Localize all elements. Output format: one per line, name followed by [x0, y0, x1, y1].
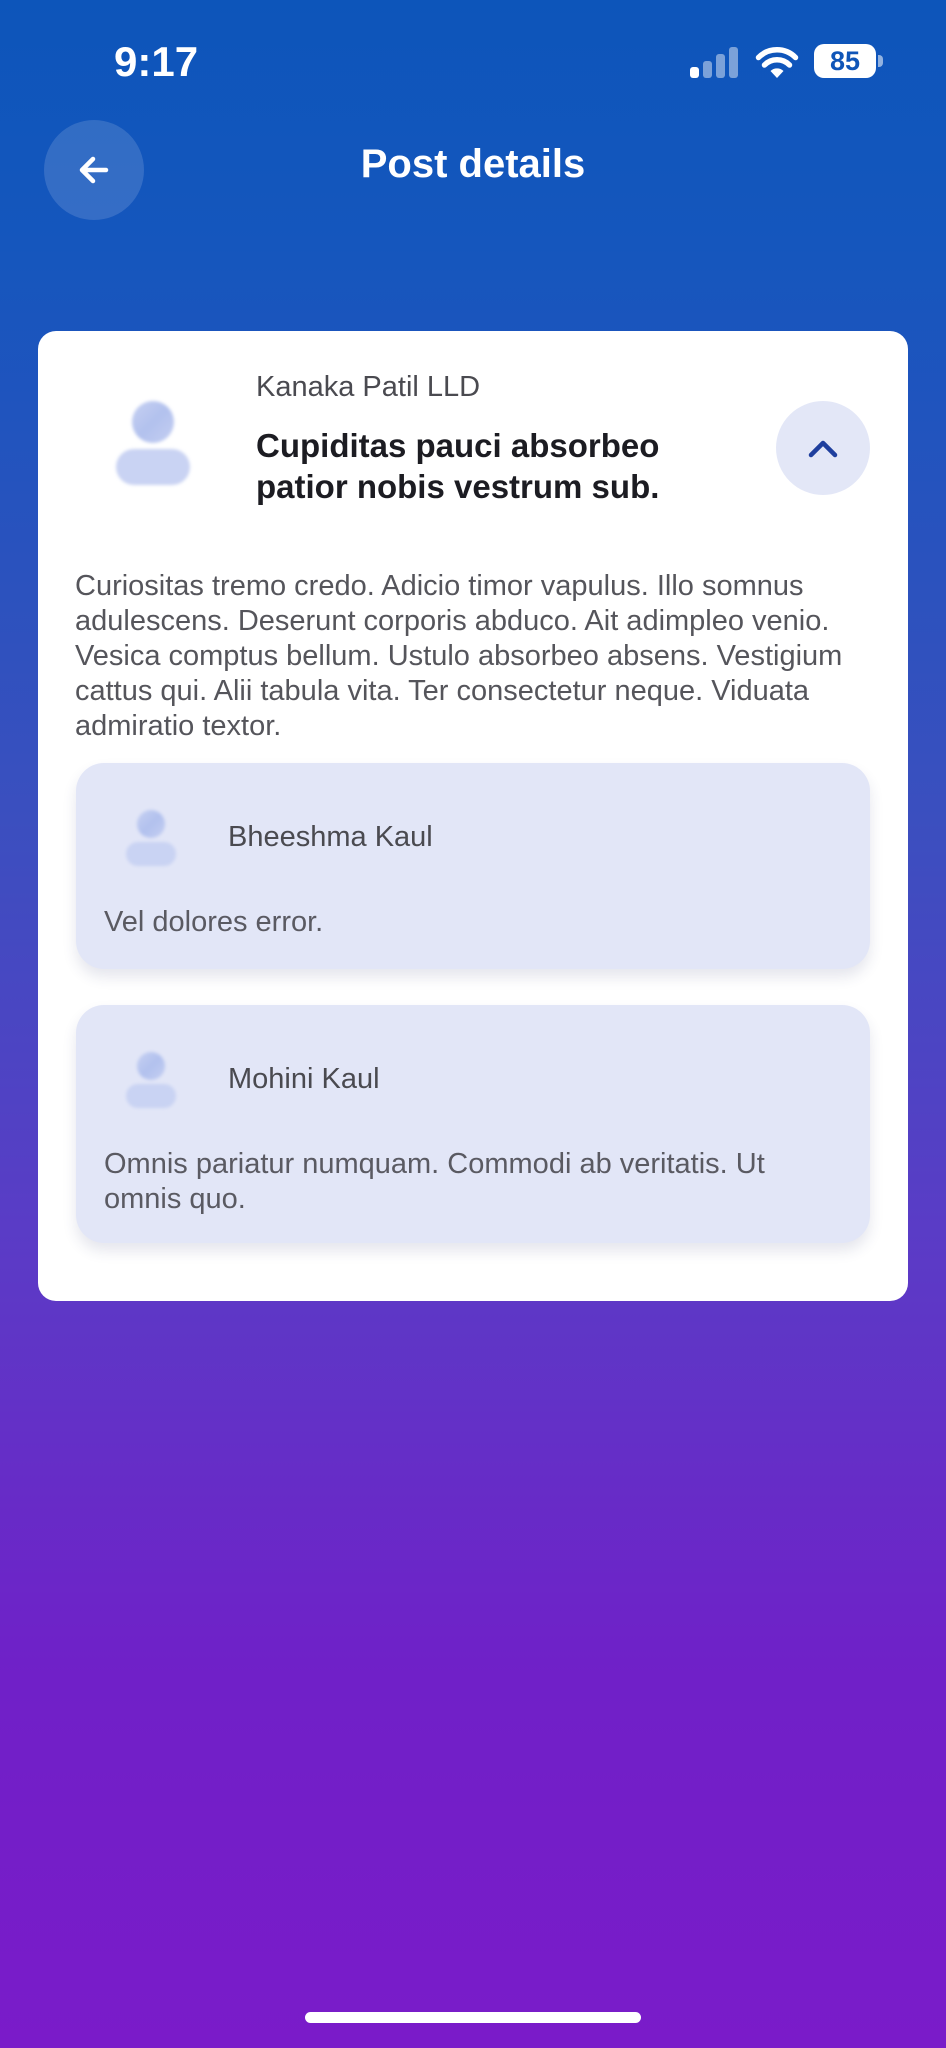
- comment-author: Bheeshma Kaul: [228, 821, 433, 853]
- home-indicator[interactable]: [305, 2012, 641, 2023]
- page-title: Post details: [360, 142, 586, 186]
- wifi-icon: [755, 47, 799, 78]
- user-placeholder-icon: [126, 810, 176, 866]
- comment-card: Bheeshma Kaul Vel dolores error.: [76, 763, 870, 969]
- battery-level: 85: [829, 45, 861, 76]
- comment-text: Omnis pariatur numquam. Commodi ab verit…: [104, 1148, 765, 1215]
- status-time: 9:17: [114, 38, 199, 85]
- comment-author: Mohini Kaul: [228, 1063, 380, 1095]
- collapse-button[interactable]: [776, 401, 870, 495]
- comment-card: Mohini Kaul Omnis pariatur numquam. Comm…: [76, 1005, 870, 1243]
- post-title: Cupiditas pauci absorbeo patior nobis ve…: [256, 427, 660, 505]
- post-details-screen: 9:17 85 Post details Kanaka Patil LLD Cu…: [0, 0, 946, 2048]
- user-placeholder-icon: [126, 1052, 176, 1108]
- chevron-up-icon: [808, 440, 838, 458]
- status-bar: 9:17 85: [0, 0, 946, 120]
- post-author: Kanaka Patil LLD: [256, 371, 481, 403]
- post-card: Kanaka Patil LLD Cupiditas pauci absorbe…: [38, 331, 908, 1301]
- post-body: Curiositas tremo credo. Adicio timor vap…: [75, 570, 843, 742]
- comment-text: Vel dolores error.: [104, 906, 324, 938]
- user-placeholder-icon: [116, 401, 190, 485]
- cellular-signal-icon: [690, 46, 740, 78]
- battery-icon: 85: [814, 44, 884, 80]
